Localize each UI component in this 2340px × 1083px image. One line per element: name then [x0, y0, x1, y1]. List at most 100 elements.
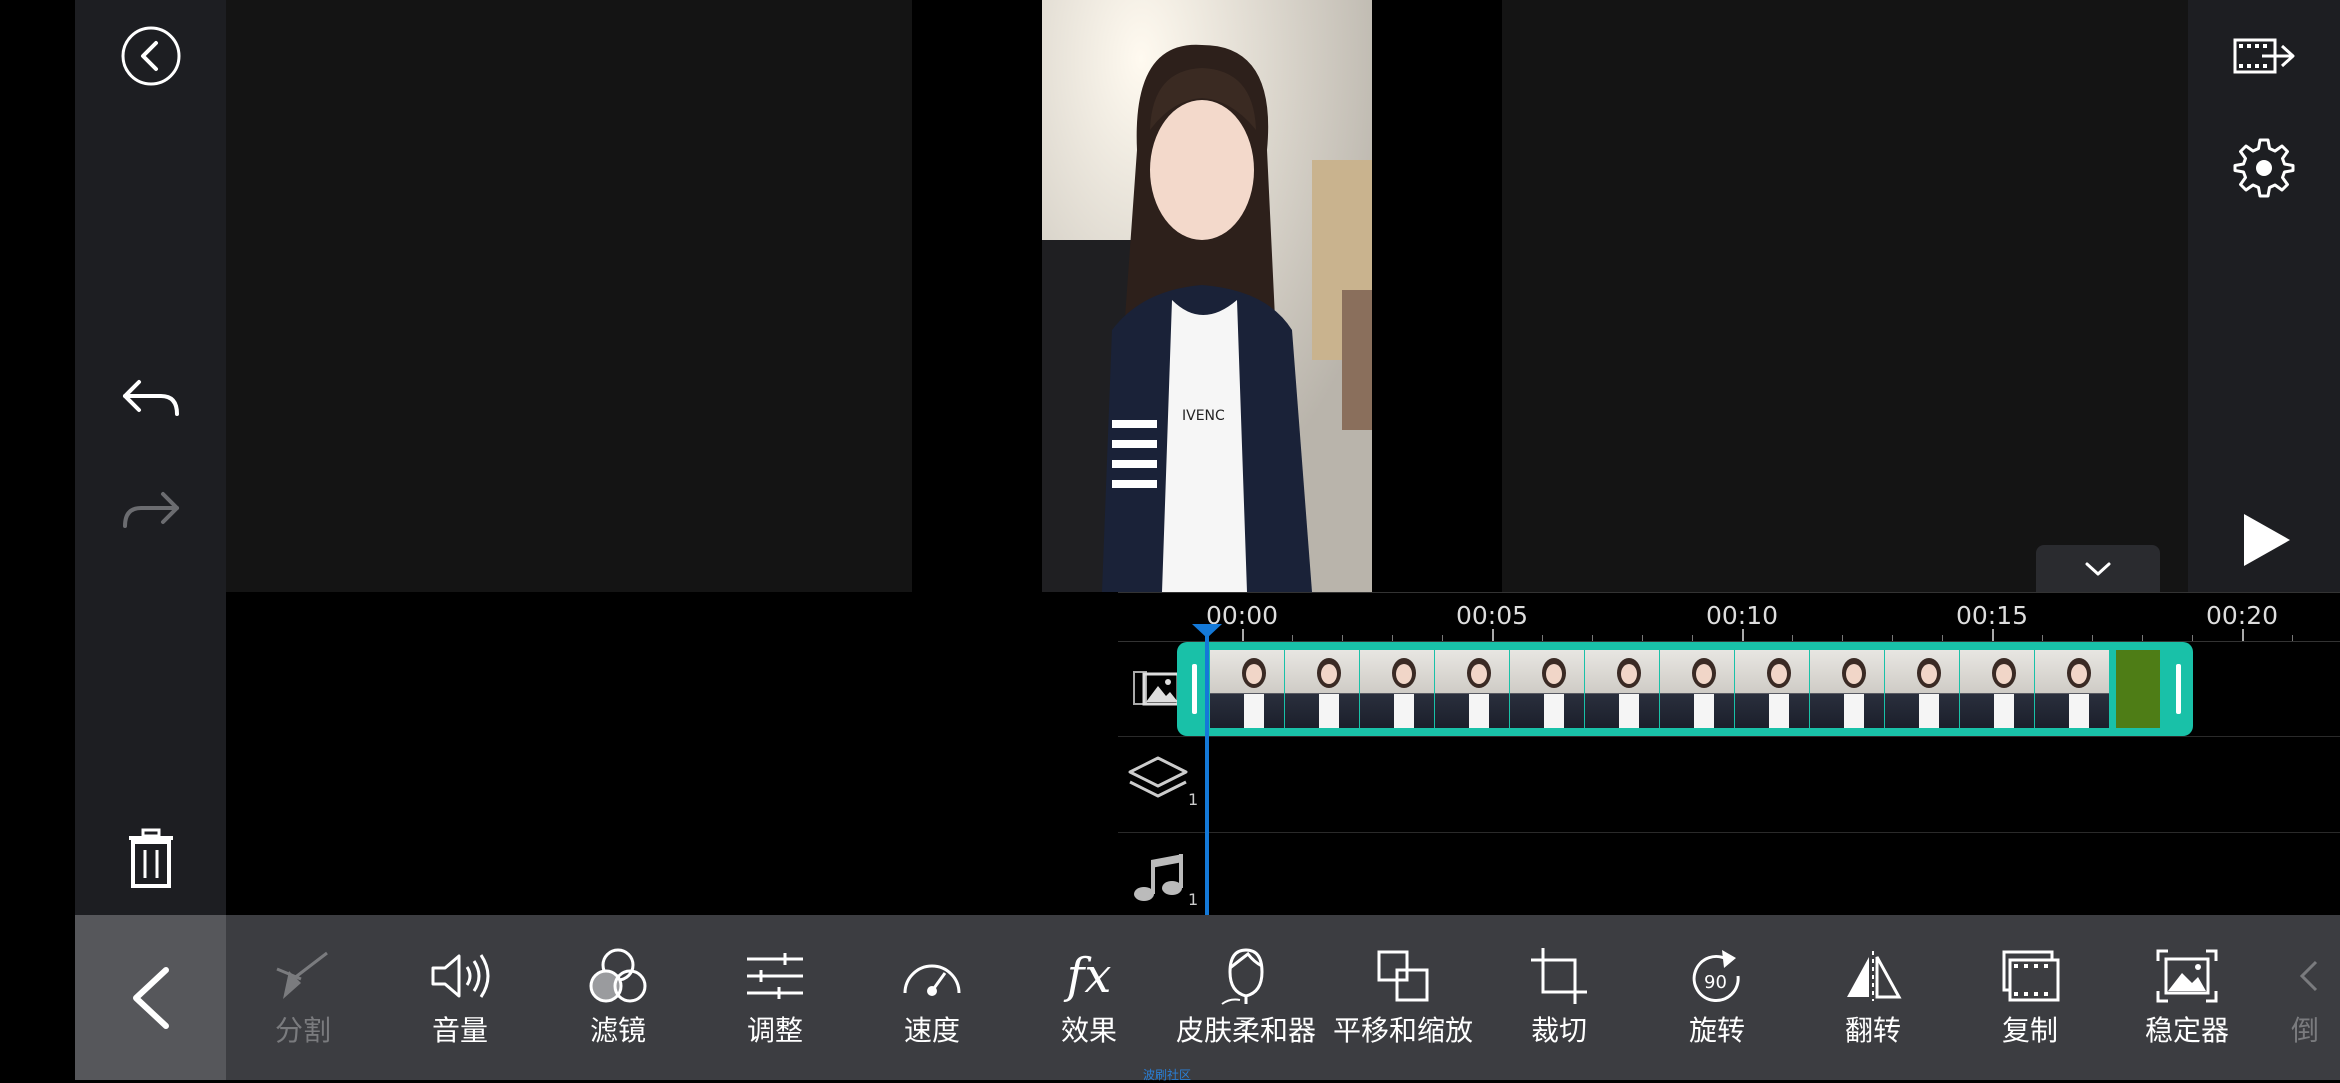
- ruler-minor-tick: [1642, 635, 1643, 641]
- tick-label: 00:20: [2205, 601, 2279, 630]
- tool-flip[interactable]: 翻转: [1798, 945, 1948, 1055]
- clip-thumbnail: [1585, 650, 1659, 728]
- tool-rotate[interactable]: 90 旋转: [1642, 945, 1792, 1055]
- settings-button[interactable]: [2232, 136, 2296, 204]
- tool-reverse[interactable]: 倒: [2270, 945, 2340, 1055]
- clip-thumbnail: [1810, 650, 1884, 728]
- tool-crop[interactable]: 裁切: [1484, 945, 1634, 1055]
- footer-watermark-text: 波刷社区: [1143, 1068, 1192, 1082]
- play-button[interactable]: [2238, 510, 2294, 574]
- layers-count: 1: [1188, 790, 1199, 809]
- tool-label: 稳定器: [2144, 1014, 2229, 1047]
- clip-thumbnail: [1210, 650, 1284, 728]
- tool-label: 平移和缩放: [1332, 1014, 1473, 1047]
- clip-thumbnail: [1735, 650, 1809, 728]
- export-film-icon: [2233, 38, 2295, 74]
- rotate-90-icon: 90: [1692, 950, 1740, 1002]
- clip-trim-handle-right[interactable]: [2176, 664, 2181, 714]
- ruler-major-tick: [1742, 629, 1744, 641]
- time-ruler[interactable]: 00:00 00:05 00:10 00:15 00:20: [1118, 592, 2340, 642]
- clip-thumbnail: [1285, 650, 1359, 728]
- undo-arrow-icon: [122, 380, 179, 416]
- gear-icon: [2233, 138, 2295, 198]
- circle-chevron-left-icon: [121, 26, 180, 86]
- ruler-minor-tick: [1542, 635, 1543, 641]
- fx-icon: fx: [1066, 948, 1112, 1004]
- ruler-minor-tick: [1342, 635, 1343, 641]
- track-divider: [1118, 736, 2340, 737]
- tool-label: 滤镜: [589, 1014, 646, 1047]
- ruler-minor-tick: [1442, 635, 1443, 641]
- ruler-major-tick: [1492, 629, 1494, 641]
- filter-circles-icon: [589, 948, 647, 1003]
- toolbar-back-button[interactable]: [75, 915, 226, 1080]
- tool-stabilizer[interactable]: 稳定器: [2112, 945, 2262, 1055]
- tool-adjust[interactable]: 调整: [700, 945, 850, 1055]
- ruler-minor-tick: [1692, 635, 1693, 641]
- redo-button[interactable]: [75, 472, 226, 548]
- split-icon: [276, 951, 328, 999]
- stabilizer-icon: [2156, 949, 2218, 1003]
- track-header-layers[interactable]: 1: [1128, 754, 1198, 814]
- ruler-minor-tick: [1892, 635, 1893, 641]
- ruler-minor-tick: [2042, 635, 2043, 641]
- ruler-minor-tick: [1292, 635, 1293, 641]
- right-sidebar: [2188, 0, 2340, 592]
- tick-label: 00:15: [1955, 601, 2029, 630]
- clip-thumbnail: [1885, 650, 1959, 728]
- tool-volume[interactable]: 音量: [385, 945, 535, 1055]
- reverse-icon: [2299, 960, 2318, 992]
- ruler-minor-tick: [1392, 635, 1393, 641]
- music-note-icon: [1134, 854, 1183, 901]
- tool-label: 旋转: [1688, 1014, 1745, 1047]
- export-button[interactable]: [2232, 30, 2298, 86]
- collapse-preview-button[interactable]: [2036, 545, 2160, 592]
- video-preview[interactable]: IVENC: [1042, 0, 1372, 592]
- tick-label: 00:05: [1455, 601, 1529, 630]
- undo-button[interactable]: [75, 360, 226, 436]
- clip-thumbnail: [1660, 650, 1734, 728]
- tool-duplicate[interactable]: 复制: [1955, 945, 2105, 1055]
- trash-icon: [128, 828, 173, 888]
- tool-pan-zoom[interactable]: 平移和缩放: [1328, 945, 1478, 1055]
- ruler-minor-tick: [1592, 635, 1593, 641]
- clip-thumbnail: [1435, 650, 1509, 728]
- tool-filter[interactable]: 滤镜: [543, 945, 693, 1055]
- tool-label: 速度: [903, 1014, 960, 1047]
- back-button[interactable]: [75, 18, 226, 94]
- duplicate-icon: [2002, 950, 2060, 1002]
- track-header-video[interactable]: [1132, 668, 1180, 712]
- track-divider: [1118, 832, 2340, 833]
- tool-label: 倒: [2290, 1014, 2319, 1047]
- layers-icon: [1128, 756, 1188, 798]
- clip-trim-handle-left[interactable]: [1192, 664, 1197, 714]
- ruler-major-tick: [1242, 629, 1244, 641]
- tool-split[interactable]: 分割: [228, 945, 378, 1055]
- clip-end-segment: [2116, 650, 2160, 728]
- track-header-audio[interactable]: 1: [1132, 850, 1198, 910]
- audio-count: 1: [1188, 890, 1199, 909]
- volume-icon: [431, 954, 490, 998]
- svg-text:IVENC: IVENC: [1182, 408, 1225, 424]
- tool-label: 音量: [431, 1014, 488, 1047]
- ruler-minor-tick: [1792, 635, 1793, 641]
- crop-icon: [1531, 948, 1587, 1004]
- tool-speed[interactable]: 速度: [857, 945, 1007, 1055]
- delete-button[interactable]: [75, 820, 226, 896]
- tool-label: 裁切: [1530, 1014, 1587, 1047]
- tick-label: 00:10: [1705, 601, 1779, 630]
- tool-effects[interactable]: fx 效果: [1014, 945, 1164, 1055]
- image-film-icon: [1133, 671, 1180, 706]
- playhead[interactable]: [1205, 628, 1209, 915]
- left-sidebar: [75, 0, 226, 915]
- flip-icon: [1847, 951, 1902, 1001]
- clip-thumbnails: [1210, 650, 2160, 728]
- ruler-minor-tick: [2142, 635, 2143, 641]
- tool-label: 翻转: [1844, 1014, 1901, 1047]
- play-icon: [2244, 514, 2290, 566]
- ruler-minor-tick: [2192, 635, 2193, 641]
- video-frame-image: IVENC: [1042, 0, 1372, 592]
- tool-label: 调整: [746, 1014, 803, 1047]
- clip-thumbnail: [1360, 650, 1434, 728]
- tool-skin-smoother[interactable]: 皮肤柔和器: [1171, 945, 1321, 1055]
